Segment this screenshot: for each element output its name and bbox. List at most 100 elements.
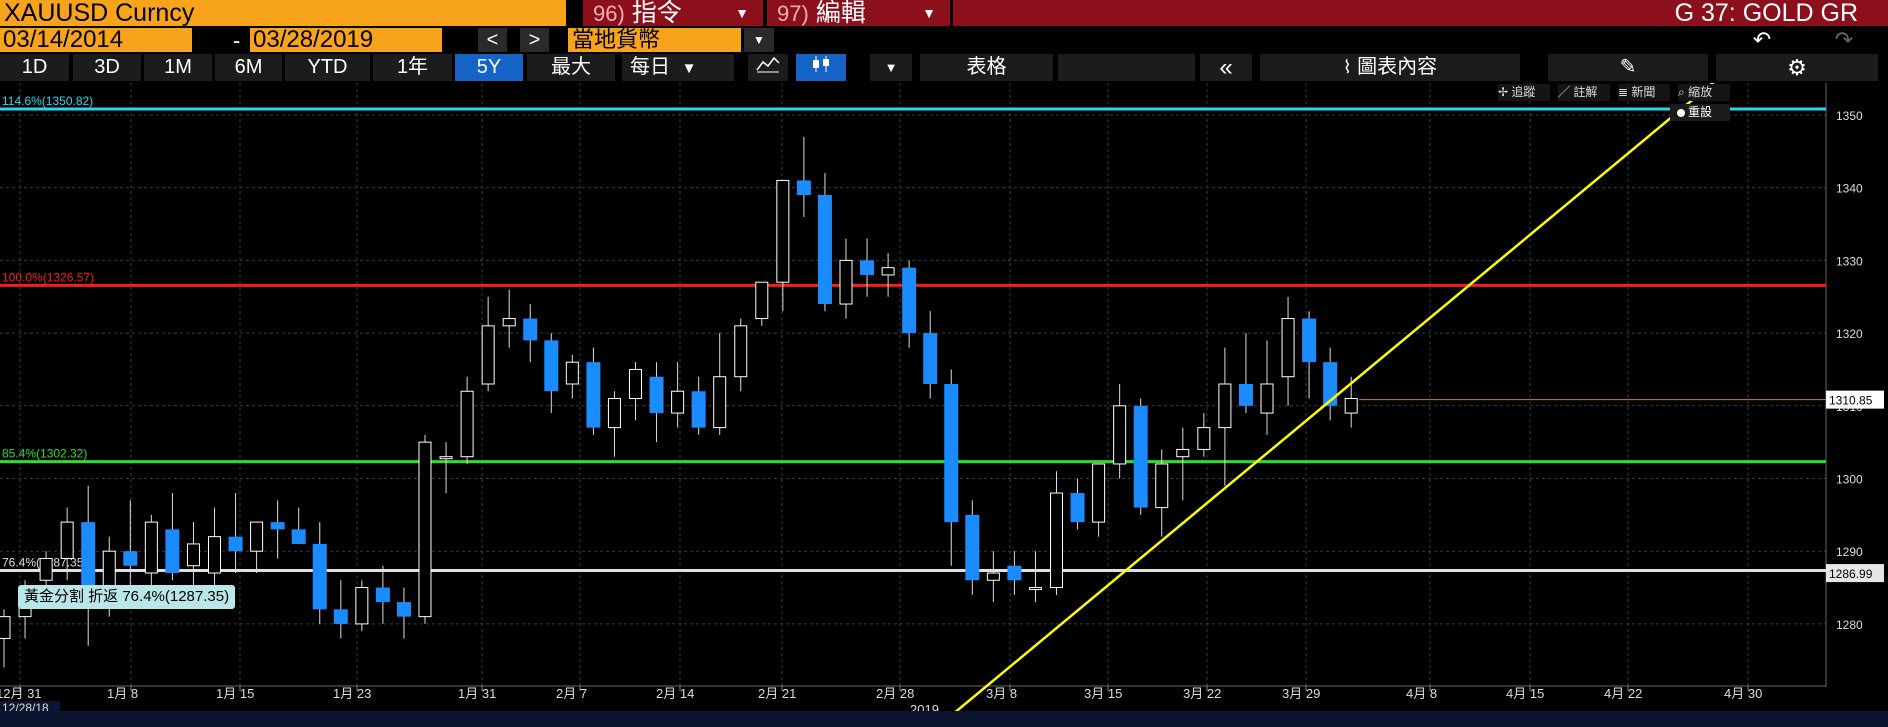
frequency-label: 每日 bbox=[630, 56, 670, 78]
track-tool-label: 追蹤 bbox=[1511, 85, 1536, 99]
candle-body-up bbox=[629, 368, 642, 400]
chart-content-icon: ⌇ bbox=[1342, 57, 1352, 77]
candle-body-down bbox=[228, 536, 243, 552]
chevron-down-icon[interactable]: ▼ bbox=[870, 54, 912, 81]
candle-body-up bbox=[39, 557, 53, 581]
undo-icon[interactable]: ↶ bbox=[1740, 28, 1784, 52]
page-title: G 37: GOLD GR bbox=[953, 0, 1888, 26]
candle-body-up bbox=[418, 441, 432, 618]
candle-body-down bbox=[270, 522, 285, 530]
candle-body-up bbox=[1113, 405, 1127, 465]
frequency-select[interactable]: 每日 ▼ bbox=[622, 54, 734, 81]
candle-body-down bbox=[523, 318, 538, 341]
candle-body-up bbox=[1176, 448, 1190, 458]
x-tick-label: 3月 22 bbox=[1183, 686, 1221, 701]
candle-body-up bbox=[186, 543, 200, 567]
actions-menu-label: 指令 bbox=[631, 0, 682, 27]
y-tick-label: 1280 bbox=[1836, 618, 1863, 632]
gear-icon[interactable]: ⚙ bbox=[1716, 54, 1878, 81]
line-chart-icon[interactable] bbox=[748, 54, 788, 81]
chart-content-button[interactable]: ⌇ 圖表內容 bbox=[1260, 54, 1520, 81]
currency-select[interactable]: 當地貨幣 bbox=[568, 28, 741, 52]
crosshair-icon: ✢ bbox=[1498, 85, 1509, 99]
candle-body-up bbox=[208, 536, 221, 574]
candle-body-down bbox=[123, 551, 138, 566]
actions-menu[interactable]: 96) 指令 ▼ bbox=[583, 0, 763, 26]
y-tick-label: 1350 bbox=[1836, 109, 1863, 123]
table-button[interactable]: 表格 bbox=[920, 54, 1053, 81]
candlestick-chart-icon[interactable] bbox=[796, 54, 846, 81]
footer-date-label: 12/28/18 bbox=[2, 701, 49, 711]
candle-body-down bbox=[396, 602, 411, 617]
calendar-icon[interactable]: ▭ bbox=[444, 30, 462, 48]
candle-body-down bbox=[1133, 405, 1148, 508]
period-button[interactable]: 1D bbox=[0, 54, 69, 81]
end-date-field[interactable]: 03/28/2019 bbox=[250, 28, 442, 52]
period-button[interactable]: 6M bbox=[215, 54, 282, 81]
news-tool[interactable]: ≣ 新聞 bbox=[1618, 84, 1670, 101]
candle-body-up bbox=[1260, 383, 1274, 414]
period-button[interactable]: 1M bbox=[144, 54, 212, 81]
candle-body-up bbox=[1344, 398, 1358, 414]
zoom-tool[interactable]: ⌕ 縮放 bbox=[1678, 84, 1730, 101]
x-tick-label: 12月 31 bbox=[0, 686, 42, 701]
candle-body-up bbox=[502, 318, 516, 327]
candle-body-down bbox=[860, 260, 875, 275]
next-period-button[interactable]: > bbox=[520, 28, 549, 52]
annotation-pen-icon[interactable]: ✎ bbox=[1548, 54, 1708, 81]
candle-body-up bbox=[460, 390, 474, 458]
x-tick-label: 3月 29 bbox=[1282, 686, 1320, 701]
candle-body-up bbox=[986, 572, 1000, 581]
candle-body-down bbox=[375, 587, 390, 603]
chevron-down-icon: ▼ bbox=[922, 5, 936, 21]
period-button[interactable]: YTD bbox=[285, 54, 370, 81]
x-tick-label: 3月 8 bbox=[986, 686, 1017, 701]
x-axis-year-label: 2019 bbox=[910, 702, 939, 711]
candle-body-down bbox=[586, 362, 601, 428]
candle-body-up bbox=[671, 390, 685, 414]
candle-body-down bbox=[902, 267, 917, 334]
candle-body-up bbox=[1281, 318, 1295, 378]
chevron-down-icon: ▼ bbox=[735, 5, 749, 21]
x-tick-label: 4月 30 bbox=[1724, 686, 1762, 701]
candle-body-up bbox=[144, 521, 158, 574]
annotate-tool[interactable]: ╱ 註解 bbox=[1558, 84, 1610, 101]
redo-icon[interactable]: ↷ bbox=[1822, 28, 1866, 52]
period-button[interactable]: 最大 bbox=[527, 54, 615, 81]
price-chart[interactable]: 1280129013001310132013301340135012月 311月… bbox=[0, 83, 1888, 711]
y-tick-label: 1300 bbox=[1836, 473, 1863, 487]
candle-body-down bbox=[1007, 565, 1022, 581]
candle-body-up bbox=[881, 267, 895, 276]
y-tick-label: 1340 bbox=[1836, 182, 1863, 196]
candle-body-up bbox=[60, 521, 74, 559]
period-button[interactable]: 5Y bbox=[455, 54, 523, 81]
candle-body-down bbox=[944, 383, 959, 523]
security-field[interactable]: XAUUSD Curncy bbox=[0, 0, 566, 26]
x-tick-label: 1月 8 bbox=[107, 686, 138, 701]
start-date-field[interactable]: 03/14/2014 bbox=[0, 28, 192, 52]
magnifier-icon: ⌕ bbox=[1678, 85, 1685, 99]
fibonacci-level-label: 85.4%(1302.32) bbox=[2, 447, 87, 461]
candle-body-down bbox=[923, 333, 938, 384]
chevron-down-icon[interactable]: ▼ bbox=[744, 28, 774, 52]
track-tool[interactable]: ✢ 追蹤 bbox=[1498, 84, 1550, 101]
calendar-icon[interactable]: ▭ bbox=[196, 30, 214, 48]
previous-period-button[interactable]: < bbox=[478, 28, 507, 52]
period-button[interactable]: 3D bbox=[73, 54, 141, 81]
collapse-double-chevron-icon[interactable]: « bbox=[1200, 54, 1252, 81]
news-icon: ≣ bbox=[1618, 85, 1629, 99]
candle-body-down bbox=[1070, 493, 1085, 523]
candle-body-up bbox=[734, 325, 748, 378]
chart-footer bbox=[0, 711, 1888, 727]
x-tick-label: 4月 22 bbox=[1604, 686, 1642, 701]
candle-body-up bbox=[1197, 427, 1211, 450]
candle-body-down bbox=[81, 522, 96, 588]
x-tick-label: 3月 15 bbox=[1084, 686, 1122, 701]
candle-body-up bbox=[839, 259, 853, 305]
x-tick-label: 2月 21 bbox=[758, 686, 796, 701]
toolbar-spacer bbox=[1058, 54, 1195, 81]
candle-body-down bbox=[165, 529, 180, 574]
candle-body-up bbox=[713, 376, 727, 429]
edit-menu[interactable]: 97) 編輯 ▼ bbox=[767, 0, 950, 26]
period-button[interactable]: 1年 bbox=[373, 54, 452, 81]
